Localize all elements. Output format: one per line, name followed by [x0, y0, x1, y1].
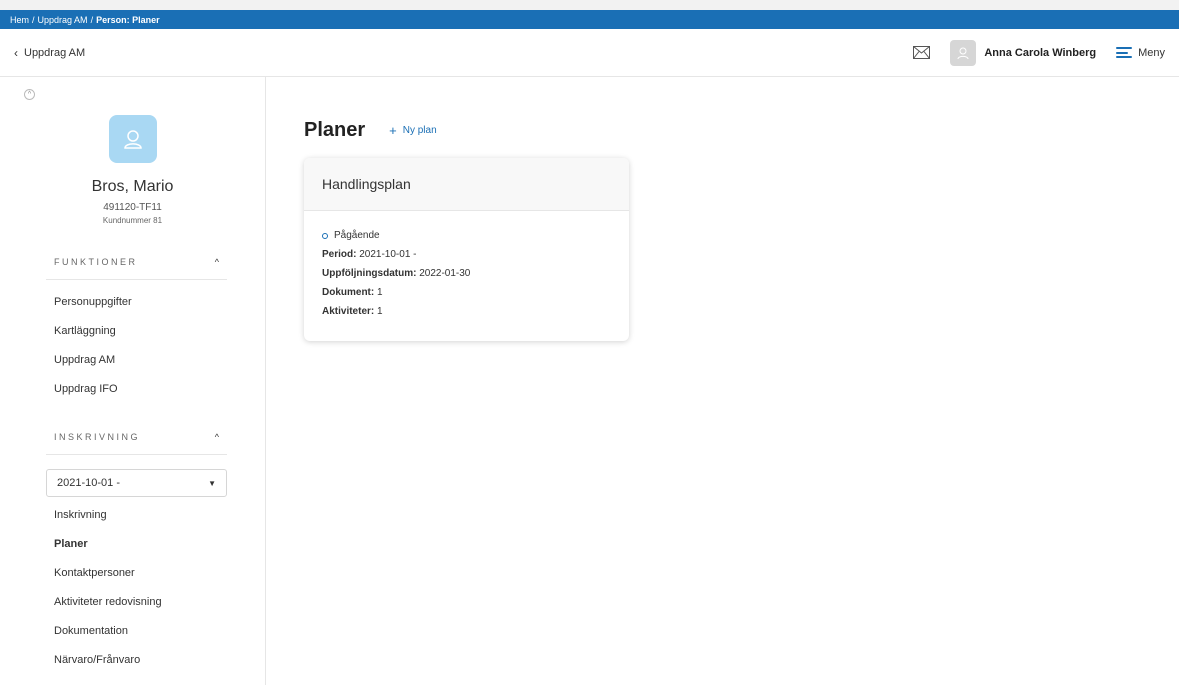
- person-name: Bros, Mario: [91, 178, 174, 195]
- new-plan-label: Ny plan: [402, 125, 437, 136]
- main-content: Planer + Ny plan Handlingsplan Pågående …: [266, 77, 1179, 685]
- sidebar-item-kartlaggning[interactable]: Kartläggning: [54, 317, 227, 346]
- breadcrumb-separator: /: [32, 14, 35, 25]
- sidebar-item-kontaktpersoner[interactable]: Kontaktpersoner: [54, 559, 227, 588]
- plan-card[interactable]: Handlingsplan Pågående Period: 2021-10-0…: [304, 158, 629, 341]
- new-plan-button[interactable]: + Ny plan: [389, 123, 437, 138]
- sidebar: ^ Bros, Mario 491120-TF11 Kundnummer 81 …: [0, 77, 266, 685]
- functions-section: FUNKTIONER ^ Personuppgifter Kartläggnin…: [46, 225, 227, 404]
- menu-label: Meny: [1138, 46, 1165, 59]
- breadcrumb-current: Person: Planer: [96, 14, 160, 25]
- plan-followup-value: 2022-01-30: [419, 268, 471, 279]
- person-icon: [123, 130, 142, 149]
- plan-status: Pågående: [322, 226, 611, 245]
- period-select-value: 2021-10-01 -: [57, 477, 120, 489]
- plan-card-title: Handlingsplan: [304, 158, 629, 211]
- functions-nav-list: Personuppgifter Kartläggning Uppdrag AM …: [46, 280, 227, 404]
- header-actions: Anna Carola Winberg Meny: [913, 39, 1165, 66]
- enrollment-nav-list: Inskrivning Planer Kontaktpersoner Aktiv…: [46, 501, 227, 675]
- sidebar-item-narvaro-franvaro[interactable]: Närvaro/Frånvaro: [54, 646, 227, 675]
- menu-button[interactable]: Meny: [1116, 47, 1165, 59]
- sidebar-item-planer[interactable]: Planer: [54, 530, 227, 559]
- chevron-up-icon: ^: [214, 257, 219, 267]
- plan-period-value: 2021-10-01 -: [359, 249, 417, 260]
- sidebar-item-uppdrag-ifo[interactable]: Uppdrag IFO: [54, 375, 227, 404]
- plan-status-label: Pågående: [334, 230, 380, 241]
- sidebar-item-uppdrag-am[interactable]: Uppdrag AM: [54, 346, 227, 375]
- user-avatar[interactable]: [950, 39, 977, 66]
- person-avatar: [108, 115, 157, 163]
- functions-section-title: FUNKTIONER: [54, 257, 138, 267]
- mail-icon[interactable]: [913, 46, 931, 59]
- hamburger-menu-icon: [1116, 47, 1133, 58]
- page-header: Planer + Ny plan: [304, 119, 1141, 142]
- customer-number: Kundnummer 81: [102, 216, 163, 225]
- plan-card-body: Pågående Period: 2021-10-01 - Uppföljnin…: [304, 211, 629, 341]
- sidebar-item-inskrivning[interactable]: Inskrivning: [54, 501, 227, 530]
- enrollment-section-header[interactable]: INSKRIVNING ^: [46, 404, 227, 455]
- top-header: ‹ Uppdrag AM Anna Carola Winberg Meny: [0, 29, 1179, 77]
- user-name[interactable]: Anna Carola Winberg: [984, 47, 1096, 59]
- person-id: 491120-TF11: [103, 202, 162, 213]
- functions-section-header[interactable]: FUNKTIONER ^: [46, 225, 227, 280]
- breadcrumb: Hem / Uppdrag AM / Person: Planer: [0, 10, 1179, 29]
- plan-followup-row: Uppföljningsdatum: 2022-01-30: [322, 264, 611, 283]
- back-link[interactable]: ‹ Uppdrag AM: [14, 46, 85, 60]
- chevron-down-icon: ▼: [208, 478, 216, 488]
- enrollment-section: INSKRIVNING ^ 2021-10-01 - ▼ Inskrivning…: [46, 404, 227, 675]
- chevron-left-icon: ‹: [14, 45, 18, 60]
- page-title: Planer: [304, 119, 366, 141]
- breadcrumb-uppdrag-am[interactable]: Uppdrag AM: [38, 15, 88, 25]
- plus-icon: +: [389, 123, 397, 138]
- sidebar-item-aktiviteter-redovisning[interactable]: Aktiviteter redovisning: [54, 588, 227, 617]
- plan-activities-label: Aktiviteter:: [322, 306, 375, 317]
- plan-documents-row: Dokument: 1: [322, 283, 611, 302]
- status-dot-icon: [322, 232, 328, 239]
- breadcrumb-home[interactable]: Hem: [10, 15, 29, 25]
- plan-documents-label: Dokument:: [322, 287, 375, 298]
- chevron-up-icon: ^: [214, 432, 219, 442]
- app-window: Hem / Uppdrag AM / Person: Planer ‹ Uppd…: [0, 10, 1179, 685]
- back-link-label: Uppdrag AM: [24, 46, 86, 59]
- sidebar-item-dokumentation[interactable]: Dokumentation: [54, 617, 227, 646]
- plan-period-label: Period:: [322, 249, 357, 260]
- plan-period-row: Period: 2021-10-01 -: [322, 245, 611, 264]
- sidebar-item-personuppgifter[interactable]: Personuppgifter: [54, 288, 227, 317]
- person-profile: Bros, Mario 491120-TF11 Kundnummer 81: [0, 115, 265, 225]
- plan-documents-value: 1: [377, 287, 383, 298]
- page-layout: ^ Bros, Mario 491120-TF11 Kundnummer 81 …: [0, 77, 1179, 685]
- enrollment-section-title: INSKRIVNING: [54, 432, 141, 442]
- plan-followup-label: Uppföljningsdatum:: [322, 268, 417, 279]
- breadcrumb-separator: /: [90, 14, 94, 25]
- period-select[interactable]: 2021-10-01 - ▼: [46, 469, 227, 497]
- collapse-sidebar-icon[interactable]: ^: [24, 89, 35, 100]
- plan-activities-row: Aktiviteter: 1: [322, 302, 611, 321]
- plan-activities-value: 1: [377, 306, 383, 317]
